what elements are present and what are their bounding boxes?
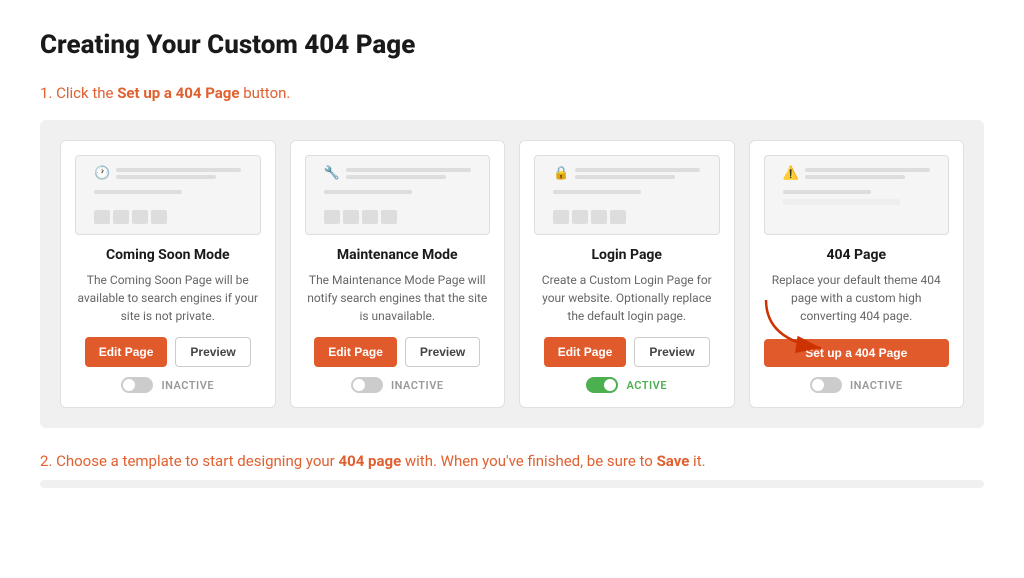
404-desc: Replace your default theme 404 page with… xyxy=(764,271,950,327)
login-thumbnail: 🔒 xyxy=(534,155,720,235)
404-card: ⚠️ 404 Page Replace your default theme 4… xyxy=(749,140,965,408)
login-card: 🔒 xyxy=(519,140,735,408)
cards-wrapper: 🕐 xyxy=(40,120,984,428)
login-toggle[interactable] xyxy=(586,377,618,393)
maintenance-card: 🔧 xyxy=(290,140,506,408)
page-title: Creating Your Custom 404 Page xyxy=(40,30,984,60)
setup-404-button[interactable]: Set up a 404 Page xyxy=(764,339,950,367)
login-preview-button[interactable]: Preview xyxy=(634,337,709,367)
clock-icon: 🕐 xyxy=(94,166,110,182)
login-desc: Create a Custom Login Page for your webs… xyxy=(534,271,720,325)
maintenance-title: Maintenance Mode xyxy=(337,247,458,263)
404-actions: Set up a 404 Page xyxy=(764,339,950,367)
maintenance-thumbnail: 🔧 xyxy=(305,155,491,235)
coming-soon-thumbnail: 🕐 xyxy=(75,155,261,235)
coming-soon-edit-button[interactable]: Edit Page xyxy=(85,337,168,367)
coming-soon-title: Coming Soon Mode xyxy=(106,247,230,263)
coming-soon-toggle[interactable] xyxy=(121,377,153,393)
coming-soon-card: 🕐 xyxy=(60,140,276,408)
maintenance-desc: The Maintenance Mode Page will notify se… xyxy=(305,271,491,325)
coming-soon-desc: The Coming Soon Page will be available t… xyxy=(75,271,261,325)
404-title: 404 Page xyxy=(826,247,886,263)
bottom-divider xyxy=(40,480,984,488)
cards-container: 🕐 xyxy=(40,120,984,428)
maintenance-status: INACTIVE xyxy=(351,377,444,393)
step2-instruction: 2. Choose a template to start designing … xyxy=(40,452,984,470)
login-title: Login Page xyxy=(591,247,662,263)
404-toggle[interactable] xyxy=(810,377,842,393)
login-edit-button[interactable]: Edit Page xyxy=(544,337,627,367)
coming-soon-preview-button[interactable]: Preview xyxy=(175,337,250,367)
warning-icon: ⚠️ xyxy=(783,166,799,182)
login-actions: Edit Page Preview xyxy=(544,337,710,367)
coming-soon-actions: Edit Page Preview xyxy=(85,337,251,367)
coming-soon-status: INACTIVE xyxy=(121,377,214,393)
wrench-icon: 🔧 xyxy=(324,166,340,182)
404-thumbnail: ⚠️ xyxy=(764,155,950,235)
lock-icon: 🔒 xyxy=(553,166,569,182)
404-status: INACTIVE xyxy=(810,377,903,393)
step1-instruction: 1. Click the Set up a 404 Page button. xyxy=(40,84,984,102)
login-status: ACTIVE xyxy=(586,377,667,393)
maintenance-toggle[interactable] xyxy=(351,377,383,393)
maintenance-actions: Edit Page Preview xyxy=(314,337,480,367)
maintenance-preview-button[interactable]: Preview xyxy=(405,337,480,367)
maintenance-edit-button[interactable]: Edit Page xyxy=(314,337,397,367)
